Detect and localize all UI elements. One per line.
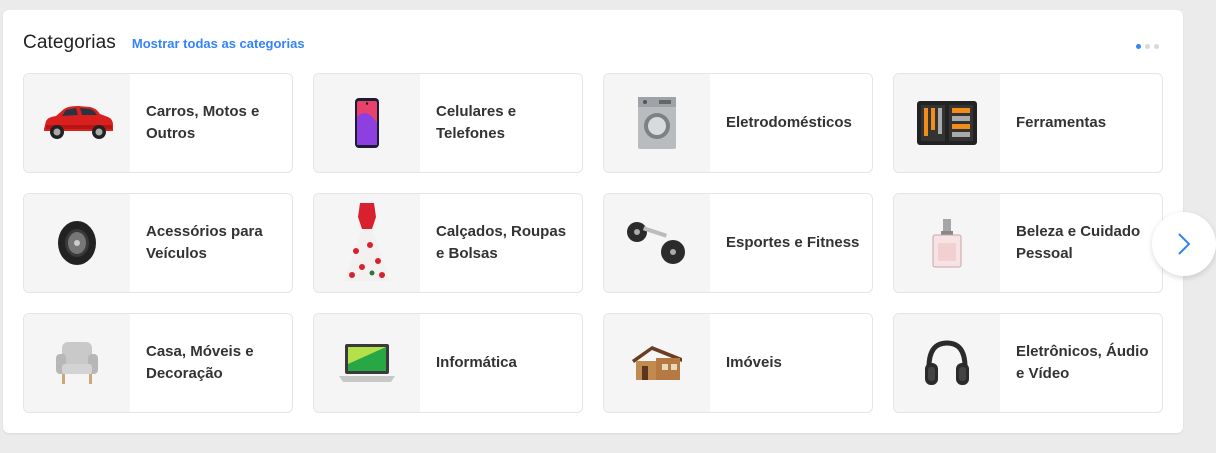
chevron-right-icon — [1178, 233, 1191, 255]
category-tile-celulares[interactable]: Celulares e Telefones — [313, 73, 583, 173]
categories-card: Categorias Mostrar todas as categorias C… — [3, 10, 1183, 433]
category-label: Celulares e Telefones — [436, 103, 517, 142]
pager-dot[interactable] — [1136, 44, 1141, 49]
category-label: Carros, Motos e Outros — [146, 103, 260, 142]
category-label: Eletrodomésticos — [726, 114, 852, 131]
show-all-categories-link[interactable]: Mostrar todas as categorias — [132, 36, 305, 51]
category-tile-eletrodomesticos[interactable]: Eletrodomésticos — [603, 73, 873, 173]
pager-dot[interactable] — [1154, 44, 1159, 49]
laptop-icon — [314, 314, 420, 412]
category-tile-calcados-roupas[interactable]: Calçados, Roupas e Bolsas — [313, 193, 583, 293]
dress-icon — [314, 194, 420, 292]
category-label: Calçados, Roupas e Bolsas — [436, 223, 567, 262]
category-tile-ferramentas[interactable]: Ferramentas — [893, 73, 1163, 173]
category-label: Informática — [436, 354, 517, 371]
category-tile-beleza[interactable]: Beleza e Cuidado Pessoal — [893, 193, 1163, 293]
perfume-icon — [894, 194, 1000, 292]
section-title: Categorias — [23, 32, 116, 53]
carousel-next-button[interactable] — [1152, 212, 1216, 276]
dumbbell-icon — [604, 194, 710, 292]
categories-grid: Carros, Motos e Outros Celulares e Telef… — [23, 73, 1163, 413]
category-tile-acessorios-veiculos[interactable]: Acessórios para Veículos — [23, 193, 293, 293]
tire-icon — [24, 194, 130, 292]
pager-dot[interactable] — [1145, 44, 1150, 49]
category-label: Imóveis — [726, 354, 782, 371]
headphones-icon — [894, 314, 1000, 412]
category-tile-imoveis[interactable]: Imóveis — [603, 313, 873, 413]
category-tile-eletronicos[interactable]: Eletrônicos, Áudio e Vídeo — [893, 313, 1163, 413]
washing-machine-icon — [604, 74, 710, 172]
category-tile-carros[interactable]: Carros, Motos e Outros — [23, 73, 293, 173]
category-label: Eletrônicos, Áudio e Vídeo — [1016, 343, 1149, 382]
section-header: Categorias Mostrar todas as categorias — [23, 32, 305, 54]
category-label: Acessórios para Veículos — [146, 223, 263, 262]
armchair-icon — [24, 314, 130, 412]
category-label: Esportes e Fitness — [726, 234, 860, 251]
category-tile-casa-moveis[interactable]: Casa, Móveis e Decoração — [23, 313, 293, 413]
toolbox-icon — [894, 74, 1000, 172]
category-tile-esportes[interactable]: Esportes e Fitness — [603, 193, 873, 293]
category-label: Ferramentas — [1016, 114, 1107, 131]
category-tile-informatica[interactable]: Informática — [313, 313, 583, 413]
category-label: Casa, Móveis e Decoração — [146, 343, 254, 382]
carousel-pager — [1136, 44, 1159, 49]
car-icon — [24, 74, 130, 172]
category-label: Beleza e Cuidado Pessoal — [1016, 223, 1141, 262]
house-icon — [604, 314, 710, 412]
smartphone-icon — [314, 74, 420, 172]
